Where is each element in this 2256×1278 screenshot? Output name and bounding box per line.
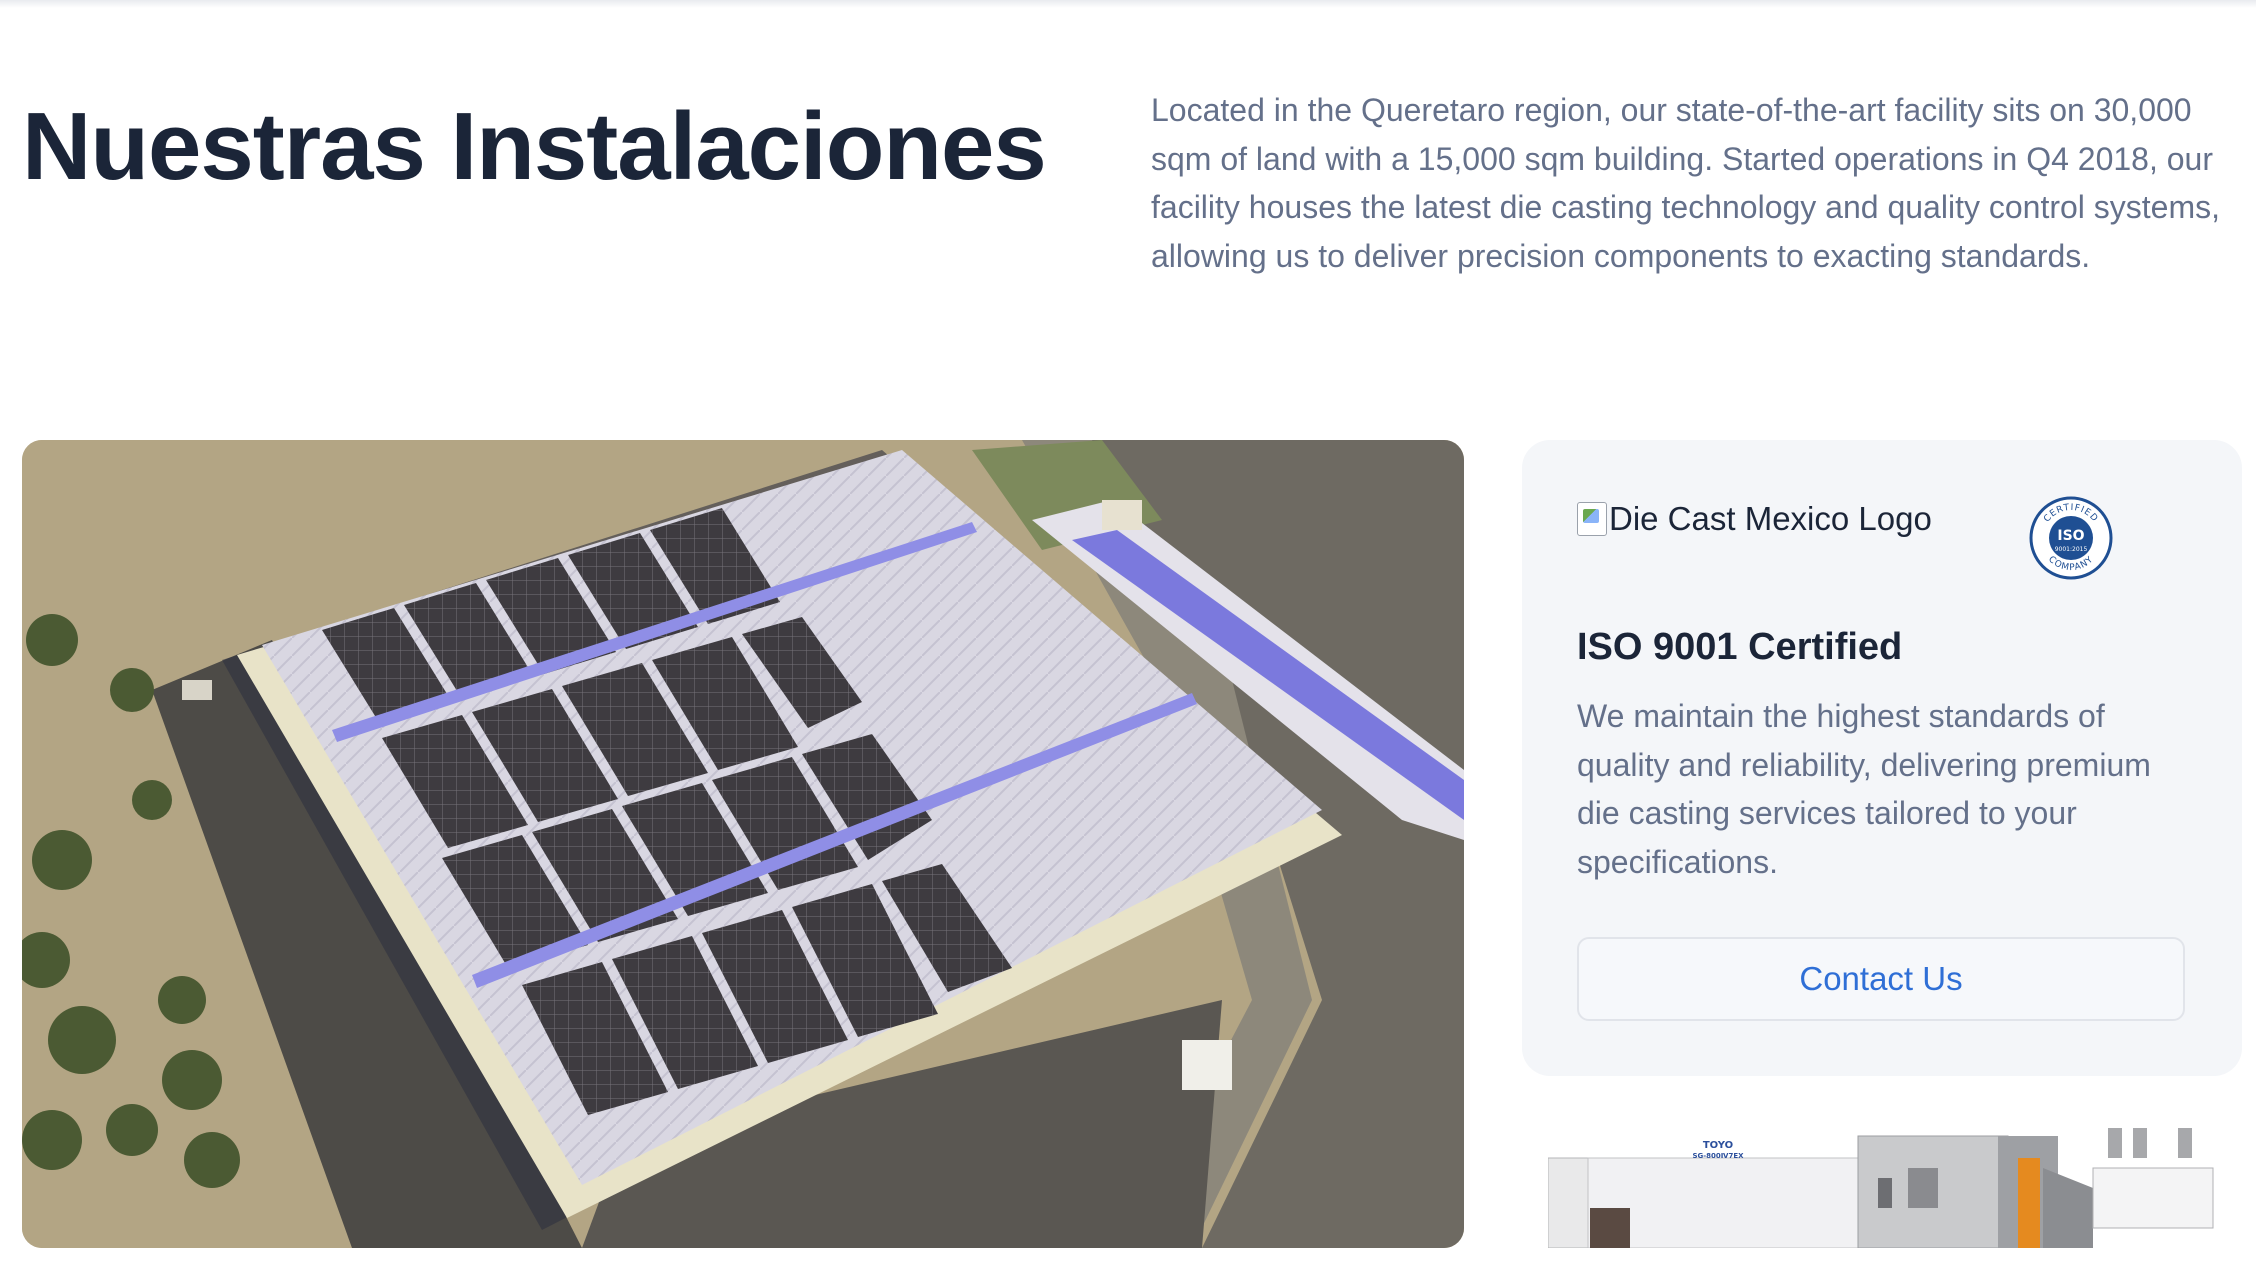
contact-us-button[interactable]: Contact Us: [1577, 937, 2185, 1021]
machine-brand-text: TOYO: [1703, 1140, 1733, 1151]
machine-model-text: SG-800Ⅳ7EX: [1692, 1152, 1744, 1160]
broken-image-icon: [1577, 502, 1607, 536]
iso-badge-icon: CERTIFIED COMPANY ISO 9001:2015: [2029, 496, 2113, 580]
die-casting-machine-image: TOYO SG-800Ⅳ7EX: [1548, 1128, 2214, 1248]
facility-description: Located in the Queretaro region, our sta…: [1151, 92, 2221, 274]
card-description: We maintain the highest standards of qua…: [1577, 698, 2151, 880]
page-title: Nuestras Instalaciones: [22, 93, 1047, 200]
company-logo: Die Cast Mexico Logo: [1577, 500, 1932, 538]
badge-code-text: 9001:2015: [2055, 546, 2088, 553]
header-shadow: [0, 0, 2256, 8]
logo-alt-text: Die Cast Mexico Logo: [1609, 500, 1932, 537]
badge-main-text: ISO: [2057, 528, 2084, 544]
facility-aerial-image: [22, 440, 1464, 1248]
card-title: ISO 9001 Certified: [1577, 626, 1903, 668]
iso-certification-card: Die Cast Mexico Logo CERTIFIED COMPANY I…: [1522, 440, 2242, 1076]
